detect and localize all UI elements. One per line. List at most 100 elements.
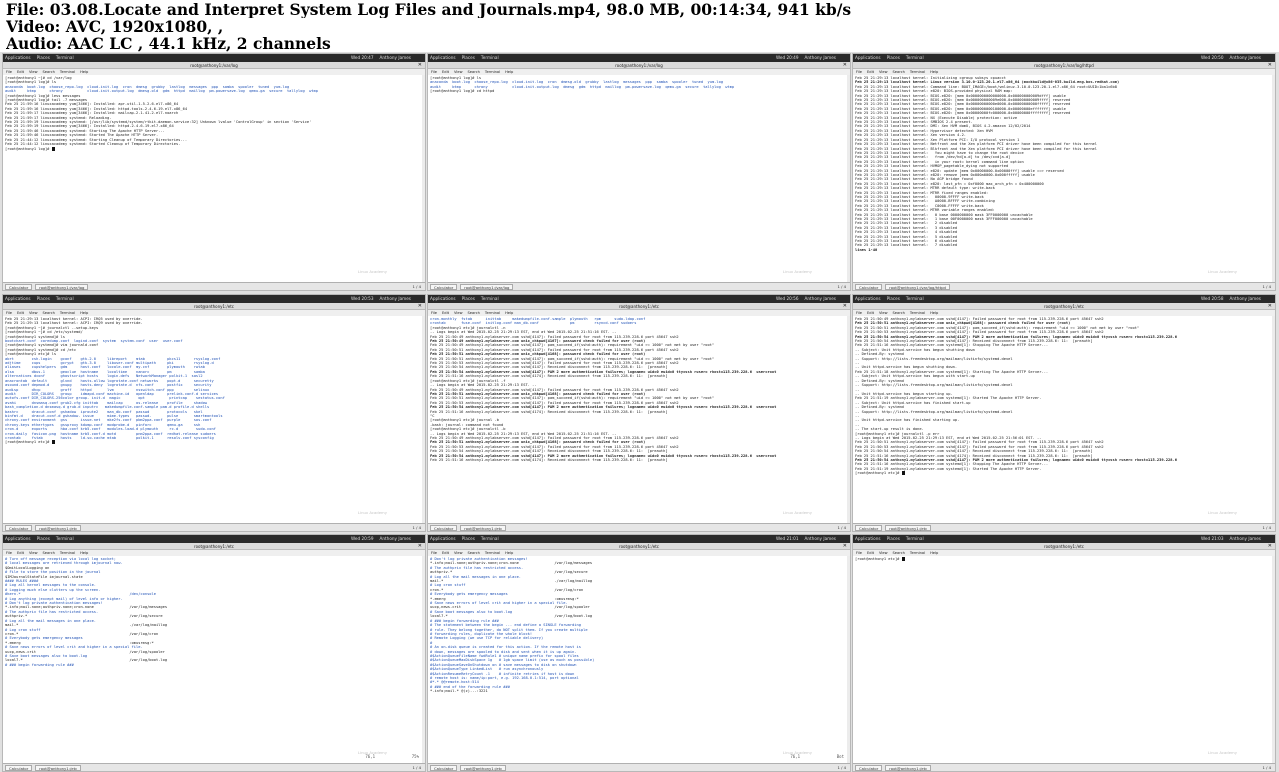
close-icon[interactable]: ✕ [843, 543, 847, 550]
scrollbar[interactable] [422, 556, 425, 763]
menu-terminal[interactable]: Terminal [60, 70, 75, 74]
menu-edit[interactable]: Edit [867, 551, 874, 555]
workspace-pager[interactable]: 1 / 4 [1262, 283, 1271, 290]
taskbar-terminal[interactable]: root@anthony1:/etc [885, 765, 932, 771]
terminal-output[interactable]: [root@anthony1 log]# ls anaconda boot.log… [428, 75, 850, 282]
taskbar-calculator[interactable]: Calculator [5, 765, 33, 771]
places-menu[interactable]: Places [37, 55, 50, 60]
applications-menu[interactable]: Applications [430, 55, 456, 60]
terminal-app-label[interactable]: Terminal [906, 536, 924, 541]
menu-edit[interactable]: Edit [17, 70, 24, 74]
close-icon[interactable]: ✕ [1268, 62, 1272, 69]
user-menu[interactable]: Anthony James [380, 296, 411, 301]
menu-edit[interactable]: Edit [442, 551, 449, 555]
taskbar-terminal[interactable]: root@anthony1:/etc [885, 525, 932, 531]
places-menu[interactable]: Places [37, 296, 50, 301]
menu-search[interactable]: Search [893, 70, 905, 74]
scrollbar[interactable] [847, 75, 850, 282]
menu-help[interactable]: Help [505, 551, 513, 555]
menu-help[interactable]: Help [80, 311, 88, 315]
menu-help[interactable]: Help [930, 311, 938, 315]
places-menu[interactable]: Places [462, 55, 475, 60]
menu-view[interactable]: View [879, 551, 888, 555]
terminal-app-label[interactable]: Terminal [56, 55, 74, 60]
taskbar-calculator[interactable]: Calculator [5, 525, 33, 531]
workspace-pager[interactable]: 1 / 4 [837, 764, 846, 771]
workspace-pager[interactable]: 1 / 4 [1262, 764, 1271, 771]
taskbar-calculator[interactable]: Calculator [855, 284, 883, 290]
taskbar-terminal[interactable]: root@anthony1:/etc [460, 525, 507, 531]
applications-menu[interactable]: Applications [5, 536, 31, 541]
applications-menu[interactable]: Applications [430, 536, 456, 541]
taskbar-calculator[interactable]: Calculator [5, 284, 33, 290]
menu-search[interactable]: Search [43, 551, 55, 555]
terminal-app-label[interactable]: Terminal [56, 536, 74, 541]
close-icon[interactable]: ✕ [1268, 543, 1272, 550]
menu-file[interactable]: File [6, 311, 12, 315]
scrollbar[interactable] [422, 316, 425, 523]
scrollbar[interactable] [1272, 556, 1275, 763]
places-menu[interactable]: Places [887, 296, 900, 301]
taskbar-terminal[interactable]: root@anthony1:/var/log [35, 284, 89, 290]
menu-edit[interactable]: Edit [17, 551, 24, 555]
applications-menu[interactable]: Applications [855, 296, 881, 301]
applications-menu[interactable]: Applications [5, 55, 31, 60]
taskbar-calculator[interactable]: Calculator [855, 765, 883, 771]
workspace-pager[interactable]: 1 / 4 [1262, 524, 1271, 531]
scrollbar[interactable] [847, 556, 850, 763]
menu-file[interactable]: File [856, 311, 862, 315]
menu-view[interactable]: View [29, 311, 38, 315]
taskbar-calculator[interactable]: Calculator [430, 284, 458, 290]
menu-terminal[interactable]: Terminal [60, 551, 75, 555]
menu-search[interactable]: Search [893, 311, 905, 315]
terminal-output[interactable]: [root@anthony1 etc]# [853, 556, 1275, 763]
terminal-output[interactable]: # Don't log private authentication messa… [428, 556, 850, 763]
menu-help[interactable]: Help [930, 551, 938, 555]
menu-file[interactable]: File [431, 70, 437, 74]
terminal-app-label[interactable]: Terminal [481, 296, 499, 301]
menu-terminal[interactable]: Terminal [910, 311, 925, 315]
user-menu[interactable]: Anthony James [1230, 536, 1261, 541]
menu-file[interactable]: File [431, 551, 437, 555]
terminal-output[interactable]: # Turn off message reception via local l… [3, 556, 425, 763]
scrollbar[interactable] [1272, 316, 1275, 523]
menu-search[interactable]: Search [43, 70, 55, 74]
menu-help[interactable]: Help [505, 70, 513, 74]
close-icon[interactable]: ✕ [1268, 303, 1272, 310]
menu-help[interactable]: Help [505, 311, 513, 315]
terminal-app-label[interactable]: Terminal [906, 296, 924, 301]
user-menu[interactable]: Anthony James [1230, 296, 1261, 301]
menu-terminal[interactable]: Terminal [485, 311, 500, 315]
menu-view[interactable]: View [29, 70, 38, 74]
menu-file[interactable]: File [6, 70, 12, 74]
terminal-output[interactable]: Feb 25 21:29:13 localhost kernel: ACPI: … [3, 316, 425, 523]
menu-search[interactable]: Search [468, 70, 480, 74]
terminal-app-label[interactable]: Terminal [56, 296, 74, 301]
user-menu[interactable]: Anthony James [805, 296, 836, 301]
menu-view[interactable]: View [29, 551, 38, 555]
workspace-pager[interactable]: 1 / 4 [412, 524, 421, 531]
menu-file[interactable]: File [6, 551, 12, 555]
menu-view[interactable]: View [879, 70, 888, 74]
menu-edit[interactable]: Edit [17, 311, 24, 315]
menu-terminal[interactable]: Terminal [910, 551, 925, 555]
user-menu[interactable]: Anthony James [805, 55, 836, 60]
taskbar-terminal[interactable]: root@anthony1:/var/log/httpd [885, 284, 950, 290]
close-icon[interactable]: ✕ [418, 303, 422, 310]
terminal-output[interactable]: cron.monthly fstab inittab makedumpfile.… [428, 316, 850, 523]
applications-menu[interactable]: Applications [5, 296, 31, 301]
menu-search[interactable]: Search [43, 311, 55, 315]
menu-terminal[interactable]: Terminal [485, 551, 500, 555]
scrollbar[interactable] [847, 316, 850, 523]
applications-menu[interactable]: Applications [430, 296, 456, 301]
workspace-pager[interactable]: 1 / 4 [412, 283, 421, 290]
workspace-pager[interactable]: 1 / 4 [837, 283, 846, 290]
user-menu[interactable]: Anthony James [380, 55, 411, 60]
menu-file[interactable]: File [431, 311, 437, 315]
places-menu[interactable]: Places [887, 536, 900, 541]
taskbar-terminal[interactable]: root@anthony1:/etc [35, 525, 82, 531]
menu-edit[interactable]: Edit [867, 70, 874, 74]
close-icon[interactable]: ✕ [843, 62, 847, 69]
terminal-app-label[interactable]: Terminal [481, 536, 499, 541]
taskbar-terminal[interactable]: root@anthony1:/etc [35, 765, 82, 771]
